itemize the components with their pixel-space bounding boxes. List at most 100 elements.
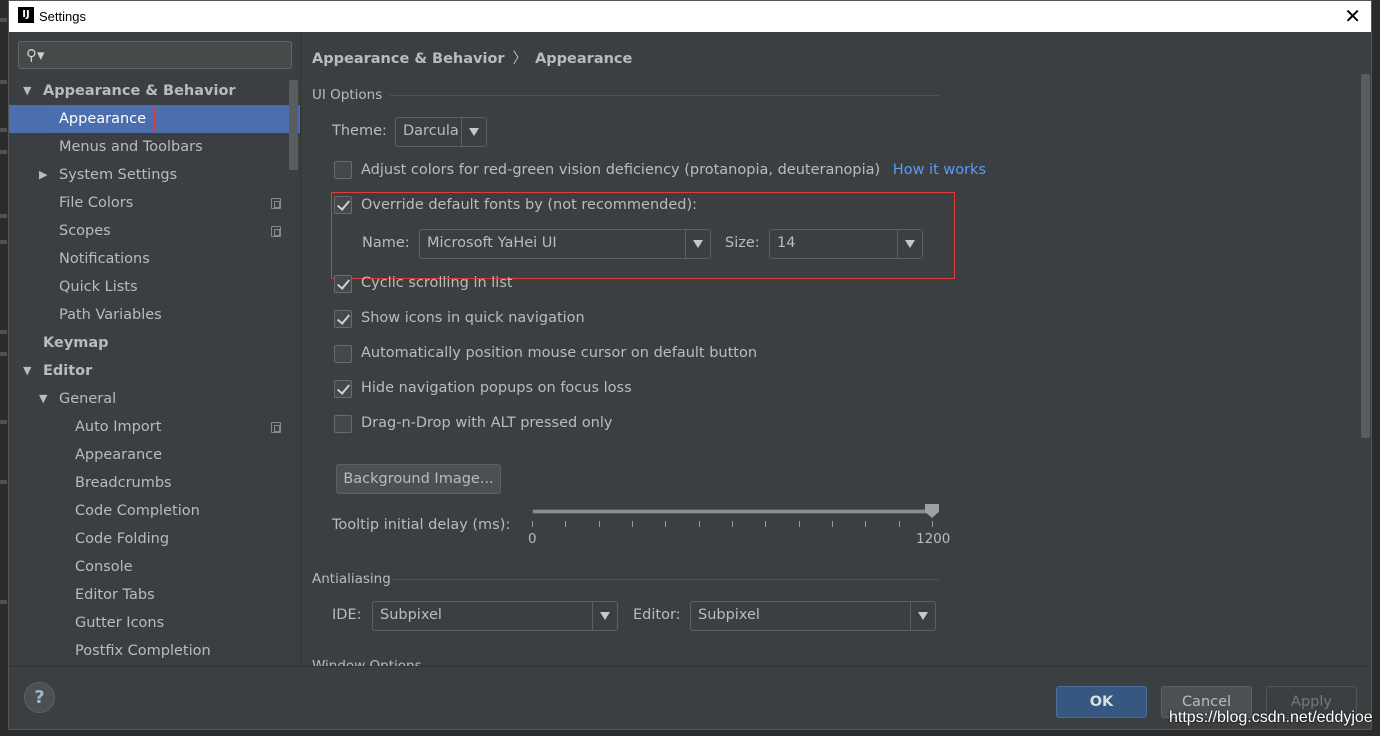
background-code-mark [0,352,7,356]
tree-item-label: File Colors [59,195,134,211]
settings-sidebar: ⚲▾ ▼ Appearance & Behavior Appearance Me… [9,32,301,666]
auto-position-checkbox[interactable] [334,345,352,363]
tree-item-path-variables[interactable]: Path Variables [9,301,300,329]
background-image-button[interactable]: Background Image... [336,464,501,494]
content-scrollbar[interactable] [1361,74,1370,438]
tree-item-menus-toolbars[interactable]: Menus and Toolbars [9,133,300,161]
breadcrumb-separator: 〉 [512,51,528,67]
override-fonts-checkbox[interactable] [334,196,352,214]
tree-item-console[interactable]: Console [9,553,300,581]
auto-position-label: Automatically position mouse cursor on d… [361,345,758,361]
tree-item-quick-lists[interactable]: Quick Lists [9,273,300,301]
tree-item-label: Editor [43,363,93,379]
ide-antialiasing-value: Subpixel [380,607,442,623]
tree-item-editor-tabs[interactable]: Editor Tabs [9,581,300,609]
chevron-down-icon [905,240,915,248]
tree-item-system-settings[interactable]: ▶ System Settings [9,161,300,189]
tree-item-editor-appearance[interactable]: Appearance [9,441,300,469]
tree-item-label: Code Completion [75,503,200,519]
search-input[interactable]: ⚲▾ [18,41,292,69]
intellij-app-icon: IJ [18,7,34,23]
tree-item-scopes[interactable]: Scopes [9,217,300,245]
tree-item-code-completion[interactable]: Code Completion [9,497,300,525]
ide-label: IDE: [332,607,362,623]
drag-drop-checkbox[interactable] [334,415,352,433]
background-code-mark [0,80,7,84]
tree-item-label: General [59,391,117,407]
dropdown-button[interactable] [897,230,922,258]
editor-label: Editor: [633,607,681,623]
show-icons-label: Show icons in quick navigation [361,310,585,326]
tree-item-keymap[interactable]: Keymap [9,329,300,357]
help-button[interactable]: ? [24,682,55,713]
hide-popups-checkbox[interactable] [334,380,352,398]
cyclic-scrolling-label: Cyclic scrolling in list [361,275,513,291]
tree-item-gutter-icons[interactable]: Gutter Icons [9,609,300,637]
theme-select[interactable]: Darcula [395,117,487,147]
title-bar: IJ Settings ✕ [9,1,1371,32]
tree-item-label: Appearance & Behavior [43,83,236,99]
slider-max-label: 1200 [916,531,951,547]
tree-item-code-folding[interactable]: Code Folding [9,525,300,553]
expanded-arrow-icon[interactable]: ▼ [23,77,31,105]
font-name-select[interactable]: Microsoft YaHei UI [419,229,711,259]
tree-item-appearance-behavior[interactable]: ▼ Appearance & Behavior [9,77,300,105]
tree-item-label: Notifications [59,251,150,267]
cyclic-scrolling-checkbox[interactable] [334,275,352,293]
slider-ticks [532,521,933,527]
section-divider [390,95,939,96]
background-editor-strip [0,0,8,736]
collapsed-arrow-icon[interactable]: ▶ [39,161,47,189]
sidebar-scrollbar[interactable] [289,80,298,170]
tree-item-postfix-completion[interactable]: Postfix Completion [9,637,300,665]
dropdown-button[interactable] [685,230,710,258]
close-icon[interactable]: ✕ [1344,4,1361,28]
background-code-mark [0,240,7,244]
watermark-url: https://blog.csdn.net/eddyjoe [1169,709,1373,726]
section-antialiasing: Antialiasing [312,571,391,587]
expanded-arrow-icon[interactable]: ▼ [39,385,47,413]
drag-drop-label: Drag-n-Drop with ALT pressed only [361,415,613,431]
font-name-value: Microsoft YaHei UI [427,235,557,251]
font-size-select[interactable]: 14 [769,229,923,259]
dropdown-button[interactable] [910,602,935,630]
background-code-mark [0,128,7,132]
settings-tree: ▼ Appearance & Behavior Appearance Menus… [9,77,300,665]
tree-item-general[interactable]: ▼ General [9,385,300,413]
how-it-works-link[interactable]: How it works [893,162,986,178]
breadcrumb-parent[interactable]: Appearance & Behavior [312,51,505,67]
tree-item-label: Path Variables [59,307,162,323]
tree-item-notifications[interactable]: Notifications [9,245,300,273]
ok-button[interactable]: OK [1056,686,1147,718]
tree-item-appearance[interactable]: Appearance [9,105,300,133]
tree-item-label: Quick Lists [59,279,138,295]
tree-item-editor[interactable]: ▼ Editor [9,357,300,385]
chevron-down-icon [600,612,610,620]
slider-thumb[interactable] [925,504,939,518]
search-icon: ⚲▾ [26,46,45,64]
background-code-mark [0,18,7,22]
adjust-colors-checkbox[interactable] [334,161,352,179]
background-code-mark [0,420,7,424]
dropdown-button[interactable] [461,118,486,146]
expanded-arrow-icon[interactable]: ▼ [23,357,31,385]
background-code-mark [0,330,7,334]
tree-item-breadcrumbs[interactable]: Breadcrumbs [9,469,300,497]
project-level-icon [271,226,281,237]
tree-item-auto-import[interactable]: Auto Import [9,413,300,441]
dropdown-button[interactable] [592,602,617,630]
tree-item-label: Keymap [43,335,109,351]
background-code-mark [0,150,7,154]
tree-item-file-colors[interactable]: File Colors [9,189,300,217]
chevron-down-icon [693,240,703,248]
ide-antialiasing-select[interactable]: Subpixel [372,601,618,631]
tooltip-delay-slider[interactable] [532,509,932,514]
tree-item-label: Appearance [75,447,163,463]
adjust-colors-label: Adjust colors for red-green vision defic… [361,162,986,178]
font-size-value: 14 [777,235,796,251]
editor-antialiasing-select[interactable]: Subpixel [690,601,936,631]
tree-item-label: Editor Tabs [75,587,155,603]
breadcrumb: Appearance & Behavior 〉 Appearance [312,47,632,68]
show-icons-checkbox[interactable] [334,310,352,328]
project-level-icon [271,198,281,209]
